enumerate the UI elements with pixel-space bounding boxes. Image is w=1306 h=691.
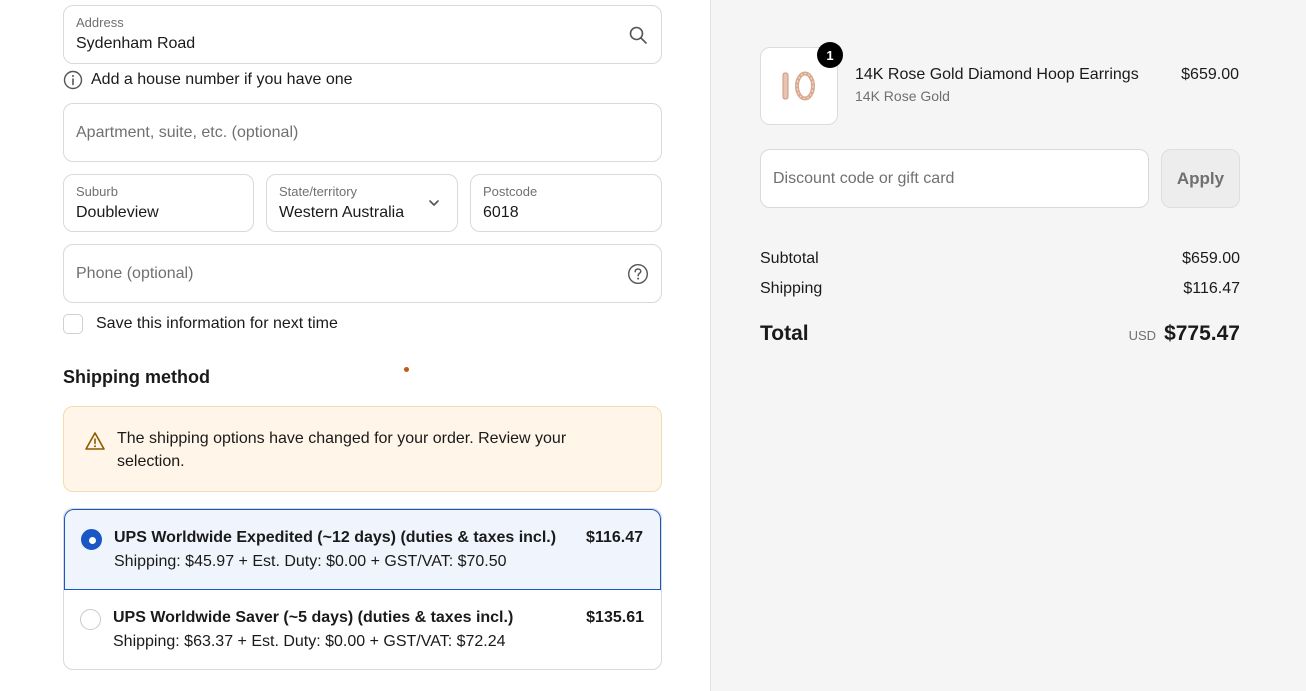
apply-button[interactable]: Apply: [1161, 149, 1240, 208]
suburb-label: Suburb: [76, 184, 118, 199]
address-field[interactable]: Address Sydenham Road: [63, 5, 662, 64]
subtotal-label: Subtotal: [760, 250, 819, 267]
address-hint-text: Add a house number if you have one: [91, 71, 353, 88]
total-amount-group: USD $775.47: [1129, 322, 1240, 346]
shipping-option-breakdown: Shipping: $63.37 + Est. Duty: $0.00 + GS…: [113, 633, 506, 650]
shipping-option-name: UPS Worldwide Expedited (~12 days) (duti…: [114, 529, 557, 546]
state-select[interactable]: State/territory Western Australia: [266, 174, 458, 232]
phone-field[interactable]: Phone (optional): [63, 244, 662, 303]
radio-selected[interactable]: [81, 529, 102, 550]
quantity-badge: 1: [817, 42, 843, 68]
shipping-options: UPS Worldwide Expedited (~12 days) (duti…: [63, 508, 662, 670]
shipping-option-saver[interactable]: UPS Worldwide Saver (~5 days) (duties & …: [64, 590, 661, 669]
shipping-label: Shipping: [760, 280, 823, 297]
state-value[interactable]: Western Australia: [279, 204, 404, 222]
discount-placeholder: Discount code or gift card: [773, 169, 955, 187]
state-label: State/territory: [279, 184, 358, 199]
phone-placeholder: Phone (optional): [76, 264, 194, 282]
shipping-method-title: Shipping method: [63, 367, 210, 387]
save-info-label: Save this information for next time: [96, 315, 338, 332]
help-icon[interactable]: [627, 263, 649, 285]
radio-unselected[interactable]: [80, 609, 101, 630]
warning-icon: [84, 430, 106, 452]
shipping-option-price: $116.47: [586, 529, 643, 546]
address-hint: Add a house number if you have one: [63, 70, 353, 90]
info-icon: [63, 70, 83, 90]
earrings-image: [782, 71, 815, 101]
total-value: $775.47: [1164, 322, 1240, 345]
shipping-notice-text: The shipping options have changed for yo…: [117, 430, 567, 470]
shipping-option-expedited[interactable]: UPS Worldwide Expedited (~12 days) (duti…: [64, 509, 661, 590]
product-variant: 14K Rose Gold: [855, 88, 950, 104]
search-icon[interactable]: [627, 24, 649, 46]
shipping-option-name: UPS Worldwide Saver (~5 days) (duties & …: [113, 609, 514, 626]
total-label: Total: [760, 322, 809, 345]
product-name: 14K Rose Gold Diamond Hoop Earrings: [855, 66, 1139, 83]
postcode-value[interactable]: 6018: [483, 204, 519, 222]
postcode-label: Postcode: [483, 184, 538, 199]
shipping-option-breakdown: Shipping: $45.97 + Est. Duty: $0.00 + GS…: [114, 553, 507, 570]
address-value[interactable]: Sydenham Road: [76, 35, 195, 53]
save-info-checkbox[interactable]: Save this information for next time: [63, 314, 338, 334]
discount-input[interactable]: Discount code or gift card: [760, 149, 1149, 208]
suburb-value[interactable]: Doubleview: [76, 204, 159, 222]
indicator-dot: [404, 367, 409, 372]
shipping-option-price: $135.61: [586, 609, 644, 626]
shipping-value: $116.47: [1183, 280, 1240, 297]
chevron-down-icon[interactable]: [423, 192, 445, 214]
apartment-placeholder: Apartment, suite, etc. (optional): [76, 123, 299, 141]
apartment-field[interactable]: Apartment, suite, etc. (optional): [63, 103, 662, 162]
currency-code: USD: [1128, 328, 1157, 343]
subtotal-value: $659.00: [1182, 250, 1240, 267]
address-label: Address: [76, 15, 124, 30]
checkbox-box[interactable]: [63, 314, 83, 334]
checkout-form: Address Sydenham Road Add a house number…: [0, 0, 710, 691]
order-summary: 1 14K Rose Gold Diamond Hoop Earrings 14…: [710, 0, 1306, 691]
shipping-notice: The shipping options have changed for yo…: [63, 406, 662, 492]
product-price: $659.00: [1181, 66, 1239, 83]
suburb-field[interactable]: Suburb Doubleview: [63, 174, 254, 232]
postcode-field[interactable]: Postcode 6018: [470, 174, 662, 232]
